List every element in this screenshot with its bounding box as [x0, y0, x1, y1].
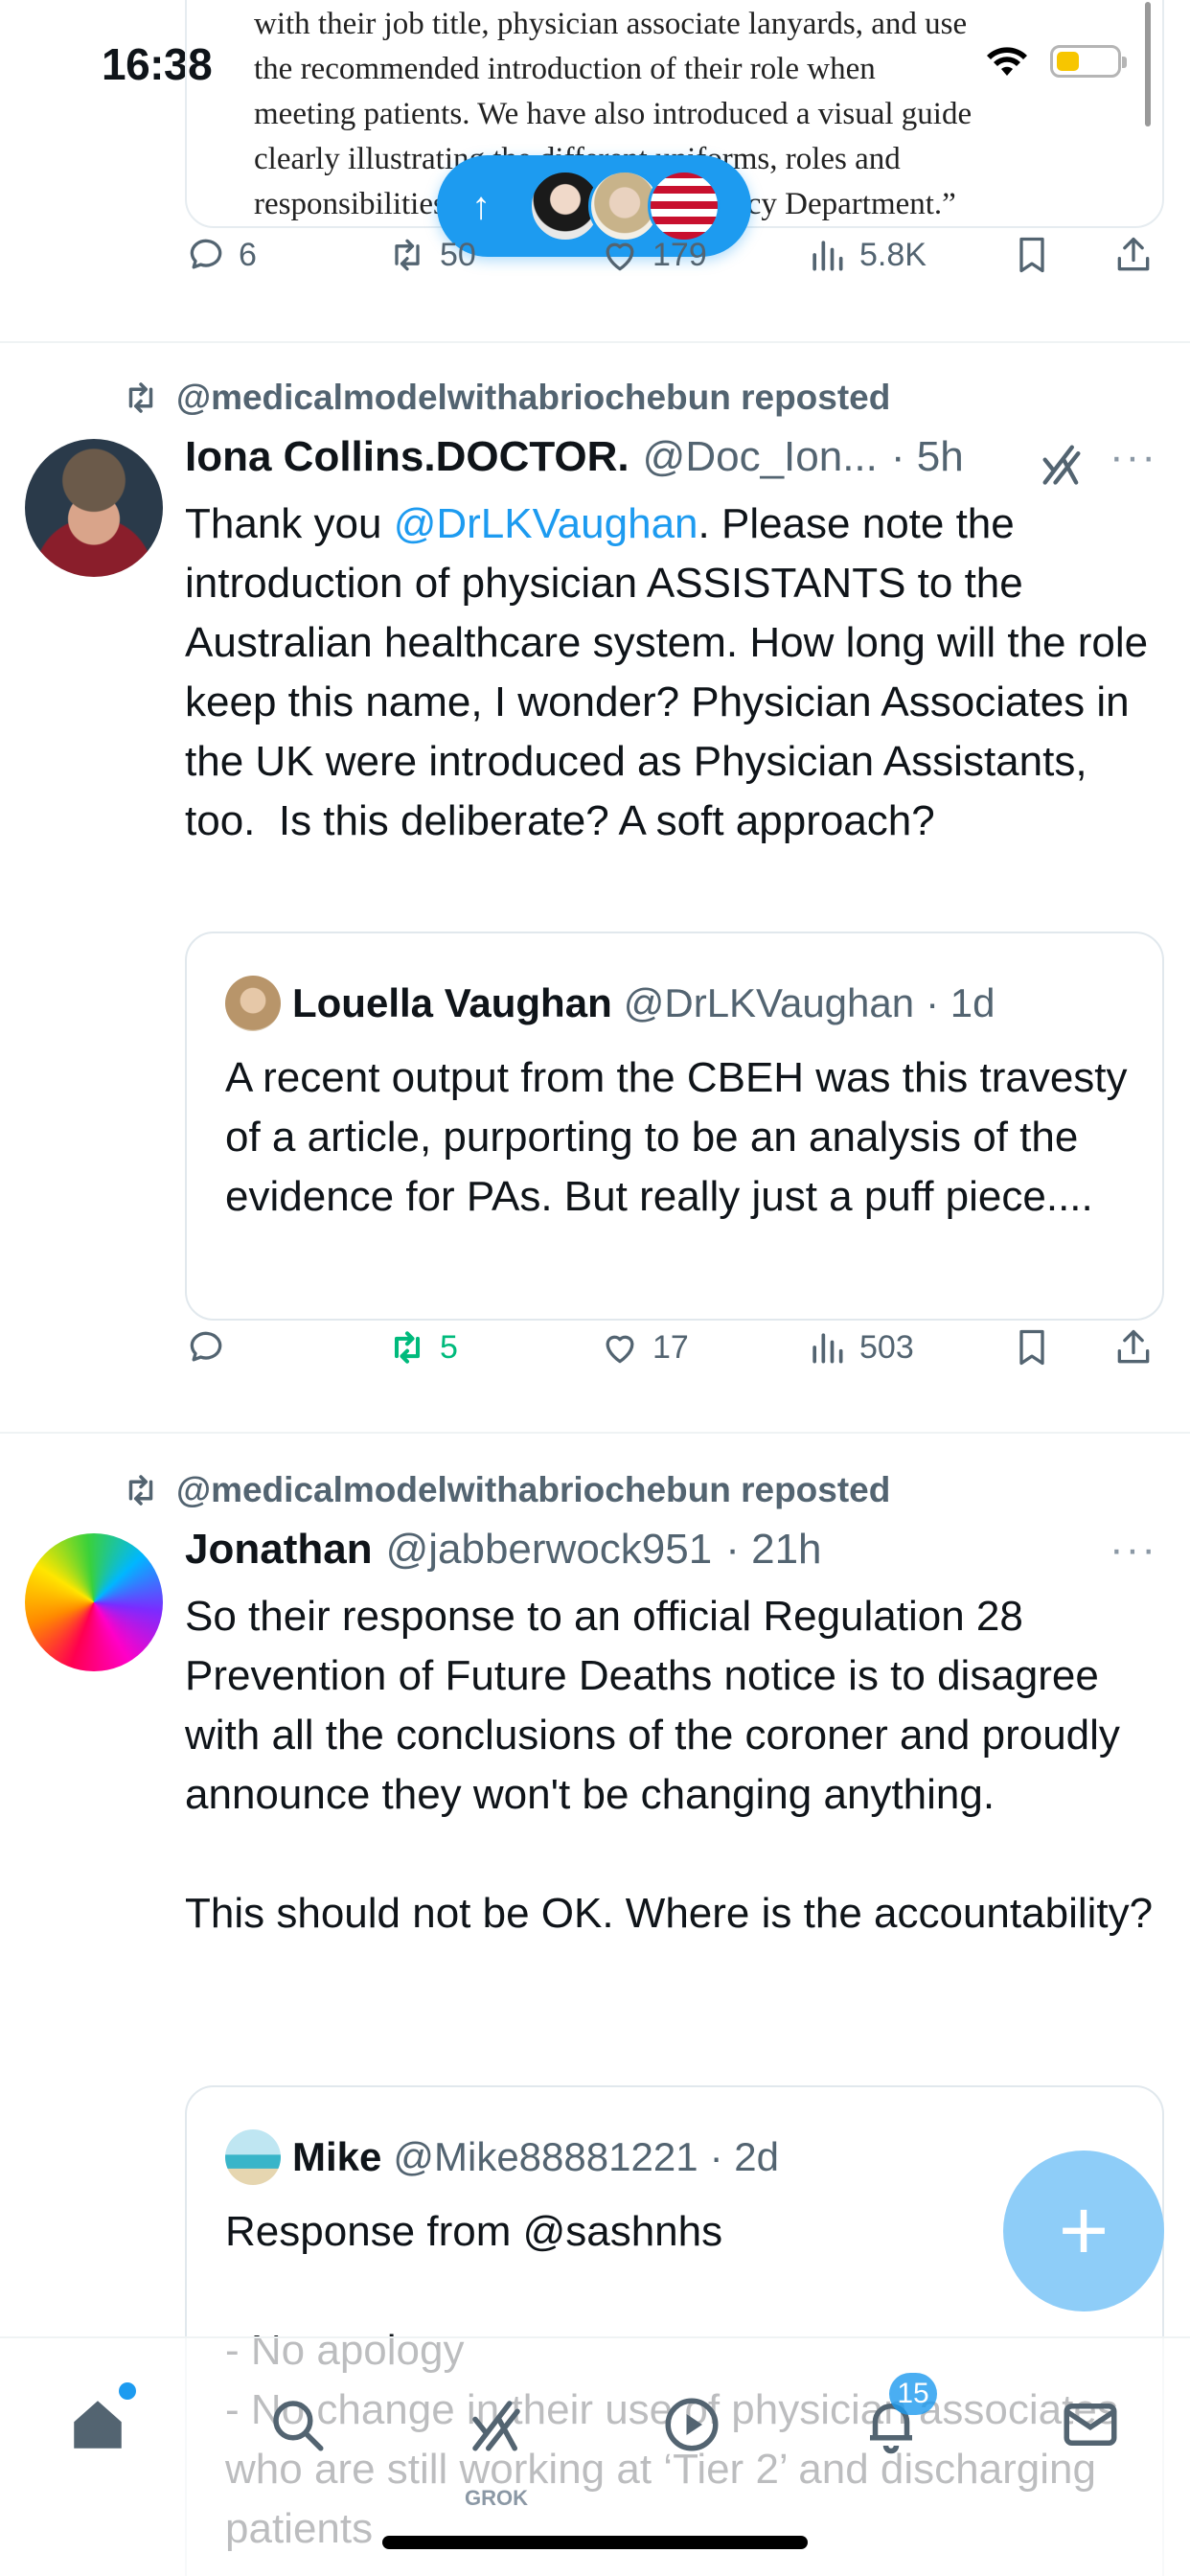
- bookmark-button[interactable]: [1011, 1326, 1053, 1368]
- avatar: [648, 170, 721, 242]
- post-header: Iona Collins.DOCTOR. @Doc_Ion... · 5h: [185, 433, 964, 481]
- heart-icon: [606, 242, 634, 271]
- share-button[interactable]: [1112, 234, 1155, 276]
- notifications-badge: 15: [889, 2373, 937, 2415]
- divider: [0, 1432, 1190, 1434]
- bookmark-icon: [1019, 1329, 1044, 1366]
- wifi-icon: [987, 47, 1027, 76]
- views-button[interactable]: 503: [806, 1326, 914, 1368]
- avatar: [225, 976, 281, 1031]
- like-button[interactable]: 17: [599, 1326, 689, 1368]
- share-icon: [1117, 237, 1150, 271]
- reply-icon: [190, 239, 222, 269]
- grok-label: GROK: [465, 2486, 528, 2510]
- post-text: So their response to an official Regulat…: [185, 1593, 1154, 1937]
- repost-indicator[interactable]: @medicalmodelwithabriochebun reposted: [121, 1470, 890, 1510]
- post-text: Thank you @DrLKVaughan. Please note the …: [185, 500, 1160, 844]
- reply-icon: [190, 1331, 222, 1362]
- post-time: · 2d: [709, 2134, 779, 2179]
- nav-search[interactable]: [259, 2386, 335, 2463]
- like-button[interactable]: 179: [599, 234, 707, 276]
- nav-spaces[interactable]: [653, 2386, 730, 2463]
- author-handle[interactable]: @Doc_Ion...: [643, 433, 878, 481]
- repost-button[interactable]: 50: [386, 234, 476, 276]
- grok-icon[interactable]: [1037, 439, 1087, 489]
- reply-button[interactable]: 6: [185, 234, 257, 276]
- scrollbar[interactable]: [1145, 2, 1151, 126]
- author-name: Mike: [292, 2134, 382, 2179]
- quoted-post-card[interactable]: Louella Vaughan @DrLKVaughan · 1d A rece…: [185, 932, 1164, 1321]
- more-options-button[interactable]: ···: [1110, 433, 1157, 481]
- compose-button[interactable]: +: [1003, 2150, 1164, 2312]
- heart-icon: [606, 1335, 634, 1364]
- bookmark-button[interactable]: [1011, 234, 1053, 276]
- divider: [0, 341, 1190, 343]
- unread-dot: [119, 2382, 136, 2400]
- repost-icon: [128, 382, 153, 413]
- views-icon: [812, 241, 843, 271]
- views-button[interactable]: 5.8K: [806, 234, 927, 276]
- quoted-post-text: A recent output from the CBEH was this t…: [225, 1054, 1139, 1220]
- mail-icon: [1064, 2404, 1117, 2446]
- avatar[interactable]: [25, 439, 163, 577]
- spaces-icon: [665, 2398, 719, 2451]
- author-handle: @DrLKVaughan: [623, 980, 915, 1025]
- more-options-button[interactable]: ···: [1110, 1526, 1157, 1574]
- views-icon: [812, 1333, 843, 1364]
- mention-link[interactable]: @DrLKVaughan: [394, 500, 698, 547]
- repost-icon: [394, 1331, 421, 1364]
- grok-icon: [472, 2401, 520, 2451]
- repost-icon: [395, 239, 420, 271]
- post-time: · 1d: [926, 980, 995, 1025]
- search-icon: [273, 2401, 324, 2451]
- author-name: Louella Vaughan: [292, 980, 612, 1025]
- quoted-post-header: Mike @Mike88881221 · 2d: [225, 2129, 779, 2185]
- quoted-post-header: Louella Vaughan @DrLKVaughan · 1d: [225, 976, 995, 1031]
- repost-indicator[interactable]: @medicalmodelwithabriochebun reposted: [121, 378, 890, 418]
- battery-icon: [1050, 45, 1127, 78]
- avatar: [225, 2129, 281, 2185]
- author-handle: @Mike88881221: [393, 2134, 698, 2179]
- share-icon: [1117, 1329, 1150, 1364]
- nav-notifications[interactable]: 15: [853, 2373, 937, 2463]
- repost-icon: [128, 1475, 153, 1506]
- post-header: Jonathan @jabberwock951 · 21h: [185, 1526, 822, 1574]
- post-time: · 21h: [725, 1526, 822, 1573]
- nav-grok[interactable]: GROK: [458, 2386, 535, 2510]
- arrow-up-icon: ↑: [471, 184, 491, 227]
- post-time: · 5h: [890, 433, 964, 480]
- avatar[interactable]: [25, 1533, 163, 1671]
- bookmark-icon: [1019, 237, 1044, 273]
- nav-messages[interactable]: [1052, 2386, 1129, 2463]
- home-indicator: [382, 2536, 808, 2549]
- status-icons: [985, 44, 1127, 79]
- home-icon: [74, 2401, 122, 2449]
- nav-home[interactable]: [59, 2382, 136, 2463]
- author-handle[interactable]: @jabberwock951: [386, 1526, 713, 1574]
- author-name[interactable]: Jonathan: [185, 1526, 373, 1574]
- reply-button[interactable]: [185, 1326, 239, 1368]
- share-button[interactable]: [1112, 1326, 1155, 1368]
- author-name[interactable]: Iona Collins.DOCTOR.: [185, 433, 629, 481]
- repost-button[interactable]: 5: [386, 1326, 458, 1368]
